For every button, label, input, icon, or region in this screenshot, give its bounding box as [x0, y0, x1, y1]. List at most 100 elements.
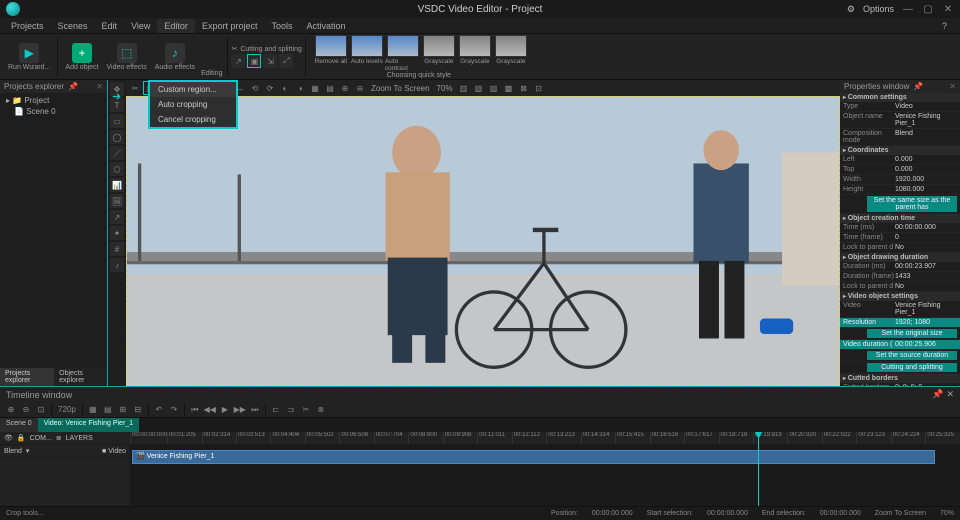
video-effects-button[interactable]: ⬚Video effects — [103, 42, 151, 72]
pin-icon-2[interactable]: 📌 — [913, 82, 923, 91]
tl-go-end[interactable]: ⏭ — [248, 403, 262, 417]
thumb-auto-contrast[interactable]: Auto contrast — [385, 35, 421, 72]
eye-icon[interactable]: 👁 — [4, 434, 13, 442]
tl-t10[interactable]: ⊗ — [314, 403, 328, 417]
gear-icon[interactable] — [847, 4, 855, 15]
timeline-tracks[interactable]: 00:00:00:00000:01:20500:02:31400:03:5130… — [130, 432, 960, 506]
dropdown-auto-cropping[interactable]: Auto cropping — [150, 97, 236, 112]
sec-cutb[interactable]: Cutted borders — [840, 374, 960, 383]
tb-b6[interactable]: ⊡ — [532, 81, 546, 95]
tl-res[interactable]: 720p — [55, 403, 79, 417]
tb-b5[interactable]: ⊠ — [517, 81, 531, 95]
tool-rect[interactable]: ▭ — [110, 114, 124, 128]
tab-objects-explorer[interactable]: Objects explorer — [54, 368, 107, 386]
thumb-grayscale-1[interactable]: Grayscale — [421, 35, 457, 65]
tl-tab-scene[interactable]: Scene 0 — [0, 418, 38, 432]
tool-arrow[interactable]: ↗ — [110, 210, 124, 224]
tool-c[interactable]: ⇲ — [263, 54, 277, 68]
tl-t9[interactable]: ✂ — [299, 403, 313, 417]
tb-a6[interactable]: ⟳ — [263, 81, 277, 95]
run-wizard-button[interactable]: ▶Run Wizard... — [4, 42, 54, 72]
tl-tab-video[interactable]: Video: Venice Fishing Pier_1 — [38, 418, 139, 432]
menu-activation[interactable]: Activation — [299, 19, 352, 33]
tl-pin-icon[interactable]: 📌 — [932, 389, 943, 400]
tool-poly[interactable]: ⬠ — [110, 162, 124, 176]
tb-a10[interactable]: ▤ — [323, 81, 337, 95]
minimize-button[interactable]: — — [902, 4, 914, 15]
video-preview[interactable] — [126, 96, 840, 386]
tab-projects-explorer[interactable]: Projects explorer — [0, 368, 54, 386]
tb-b2[interactable]: ▧ — [472, 81, 486, 95]
tool-audio[interactable]: ♪ — [110, 258, 124, 272]
btn-orig-size[interactable]: Set the original size — [867, 329, 957, 338]
tl-t1[interactable]: ▦ — [86, 403, 100, 417]
zoom-label[interactable]: Zoom To Screen — [368, 84, 433, 93]
maximize-button[interactable]: ▢ — [922, 4, 934, 15]
playhead[interactable] — [758, 432, 759, 506]
tl-go-start[interactable]: ⏮ — [188, 403, 202, 417]
thumb-grayscale-2[interactable]: Grayscale — [457, 35, 493, 65]
tl-play[interactable]: ▶ — [218, 403, 232, 417]
help-icon[interactable]: ? — [935, 19, 954, 33]
menu-edit[interactable]: Edit — [95, 19, 125, 33]
layers-icon[interactable]: ≣ — [56, 434, 62, 442]
tb-a12[interactable]: ⊖ — [353, 81, 367, 95]
close-button[interactable]: ✕ — [942, 4, 954, 15]
panel-close-icon-2[interactable]: ✕ — [949, 82, 956, 91]
zoom-value[interactable]: 70% — [434, 84, 456, 93]
menu-tools[interactable]: Tools — [264, 19, 299, 33]
tb-a11[interactable]: ⊕ — [338, 81, 352, 95]
tb-a8[interactable]: ◑ — [293, 81, 307, 95]
tl-fit[interactable]: ⊡ — [34, 403, 48, 417]
tool-chart[interactable]: 📊 — [110, 178, 124, 192]
sec-ctime[interactable]: Object creation time — [840, 214, 960, 223]
tl-zoom-in[interactable]: ⊕ — [4, 403, 18, 417]
pin-icon[interactable]: 📌 — [68, 82, 78, 91]
tl-close-icon[interactable]: ✕ — [946, 389, 954, 400]
menu-view[interactable]: View — [124, 19, 157, 33]
menu-editor[interactable]: Editor — [157, 19, 195, 33]
timeline-ruler[interactable]: 00:00:00:00000:01:20500:02:31400:03:5130… — [130, 432, 960, 444]
tool-a[interactable]: ↗ — [231, 54, 245, 68]
tb-a7[interactable]: ◐ — [278, 81, 292, 95]
sec-coords[interactable]: Coordinates — [840, 146, 960, 155]
btn-src-dur[interactable]: Set the source duration — [867, 351, 957, 360]
thumb-remove-all[interactable]: Remove all — [313, 35, 349, 65]
tb-b1[interactable]: ▥ — [457, 81, 471, 95]
tl-t4[interactable]: ⊟ — [131, 403, 145, 417]
tool-counter[interactable]: # — [110, 242, 124, 256]
add-object-button[interactable]: +Add object — [61, 42, 102, 72]
tl-t2[interactable]: ▤ — [101, 403, 115, 417]
btn-cut-split[interactable]: Cutting and splitting — [867, 363, 957, 372]
tool-line[interactable]: ／ — [110, 146, 124, 160]
menu-export[interactable]: Export project — [195, 19, 265, 33]
menu-projects[interactable]: Projects — [4, 19, 51, 33]
tl-t3[interactable]: ⊞ — [116, 403, 130, 417]
crop-tool-button[interactable]: ▣ — [247, 54, 261, 68]
tool-image[interactable]: 🖼 — [110, 194, 124, 208]
timeline-clip[interactable]: 🎬 Venice Fishing Pier_1 — [132, 450, 935, 464]
tl-t6[interactable]: ↷ — [167, 403, 181, 417]
tl-step-back[interactable]: ◀◀ — [203, 403, 217, 417]
tl-t8[interactable]: ⊐ — [284, 403, 298, 417]
btn-same-size[interactable]: Set the same size as the parent has — [867, 196, 957, 212]
tool-d[interactable]: ⤢ — [279, 54, 293, 68]
lock-icon[interactable]: 🔒 — [17, 434, 26, 442]
tl-zoom-out[interactable]: ⊖ — [19, 403, 33, 417]
tb-a5[interactable]: ⟲ — [248, 81, 262, 95]
thumb-auto-levels[interactable]: Auto levels — [349, 35, 385, 65]
sec-ddur[interactable]: Object drawing duration — [840, 253, 960, 262]
tl-t7[interactable]: ⊏ — [269, 403, 283, 417]
tl-step-fwd[interactable]: ▶▶ — [233, 403, 247, 417]
panel-close-icon[interactable]: ✕ — [96, 82, 103, 91]
tool-spray[interactable]: ✦ — [110, 226, 124, 240]
tree-scene-0[interactable]: 📄 Scene 0 — [4, 106, 103, 117]
tl-t5[interactable]: ↶ — [152, 403, 166, 417]
sec-vobj[interactable]: Video object settings — [840, 292, 960, 301]
thumb-grayscale-3[interactable]: Grayscale — [493, 35, 529, 65]
dropdown-custom-region[interactable]: Custom region... — [150, 82, 236, 97]
tree-project[interactable]: ▸ 📁 Project — [4, 95, 103, 106]
tb-b4[interactable]: ▩ — [502, 81, 516, 95]
sec-common[interactable]: Common settings — [840, 93, 960, 102]
tool-ellipse[interactable]: ◯ — [110, 130, 124, 144]
